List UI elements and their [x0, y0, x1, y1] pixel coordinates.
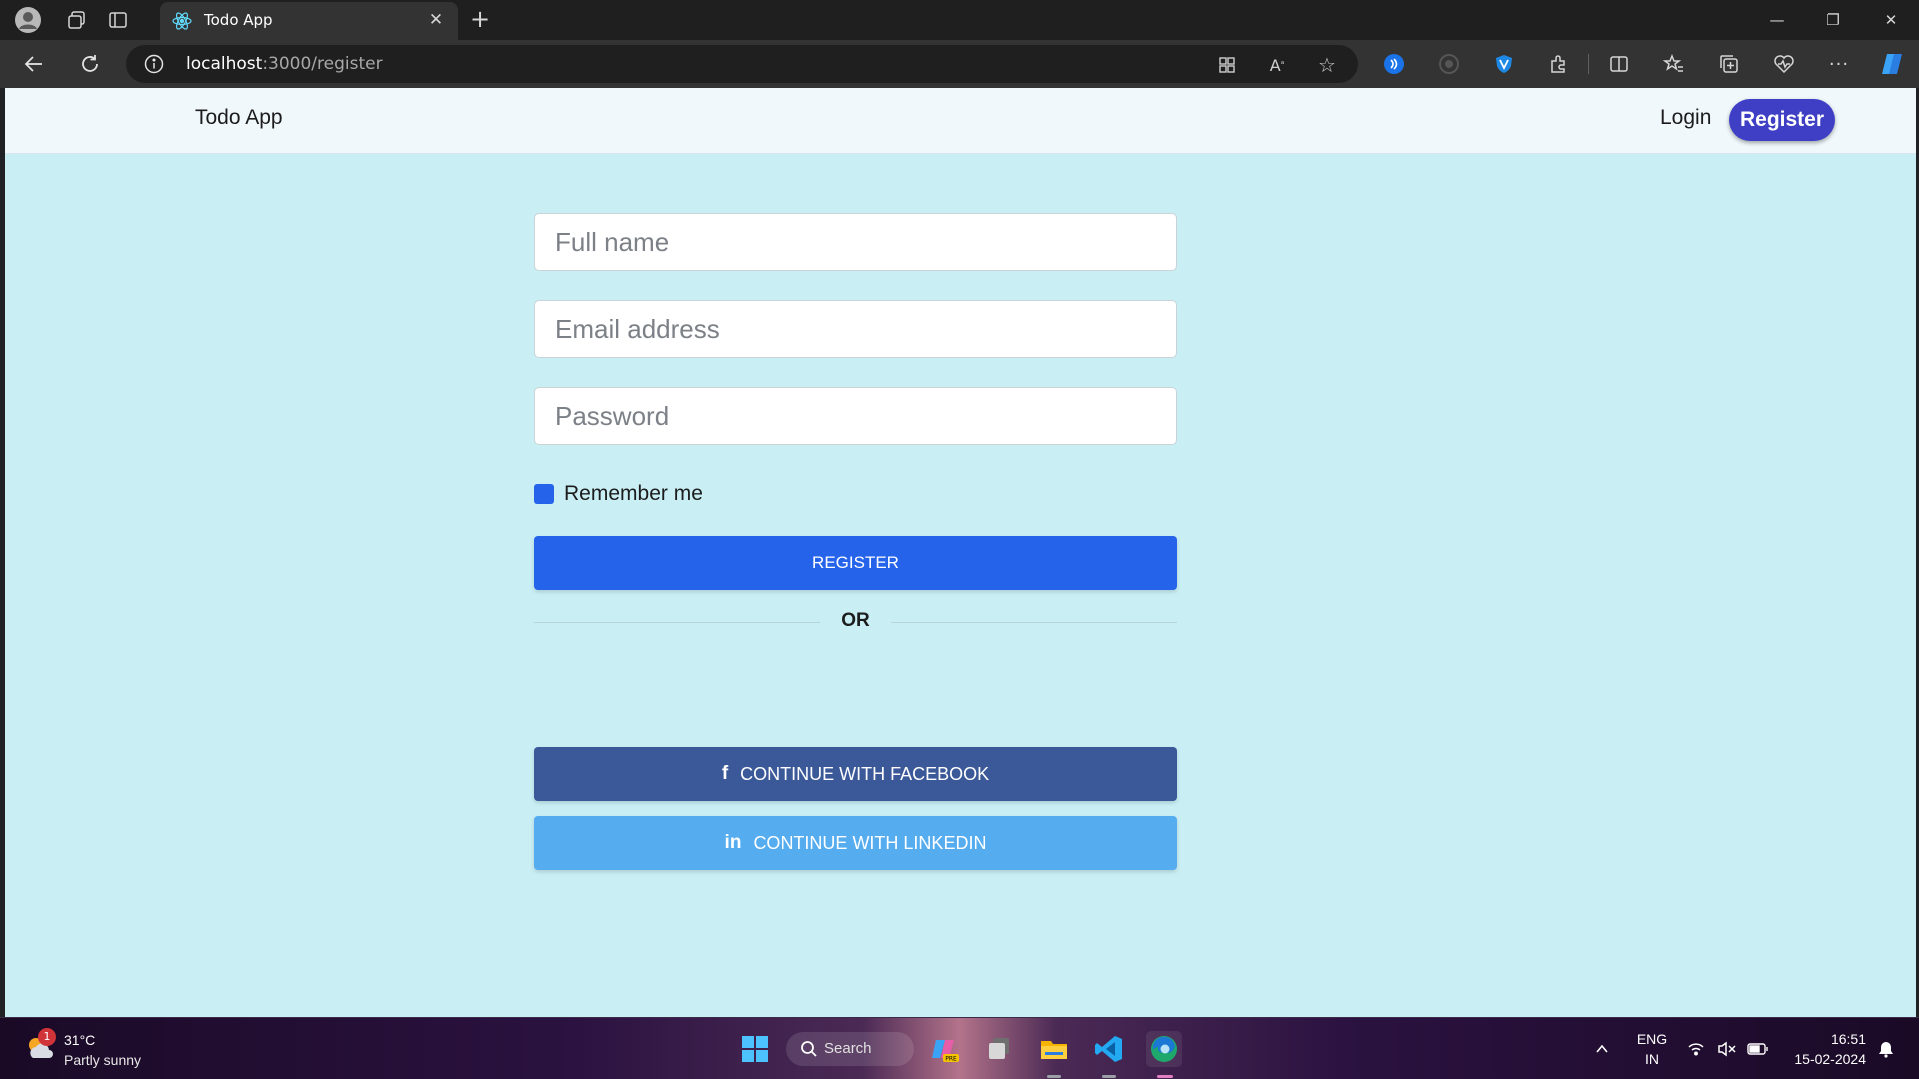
- extension-blue-icon[interactable]: [1380, 50, 1408, 78]
- address-bar[interactable]: localhost:3000/register Aᵃ ☆: [126, 45, 1358, 83]
- app-available-icon[interactable]: [1216, 54, 1238, 76]
- app-navbar: Todo App Login Register: [5, 88, 1916, 154]
- close-window-button[interactable]: ✕: [1863, 0, 1919, 40]
- toolbar-divider: [1588, 54, 1589, 74]
- file-explorer-icon[interactable]: [1036, 1031, 1072, 1067]
- fullname-input[interactable]: [534, 213, 1177, 271]
- browser-essentials-icon[interactable]: [1770, 50, 1798, 78]
- workspaces-icon[interactable]: [63, 6, 91, 34]
- url-host: localhost: [186, 54, 263, 74]
- weather-notification-badge: 1: [38, 1028, 56, 1046]
- continue-facebook-button[interactable]: f CONTINUE WITH FACEBOOK: [534, 747, 1177, 801]
- clock-time[interactable]: 16:51: [1786, 1031, 1866, 1047]
- language-indicator-top[interactable]: ENG: [1630, 1031, 1674, 1047]
- favorites-icon[interactable]: [1660, 50, 1688, 78]
- copilot-icon[interactable]: [1878, 50, 1906, 78]
- split-screen-icon[interactable]: [1605, 50, 1633, 78]
- remember-me-label[interactable]: Remember me: [564, 482, 703, 506]
- extension-shield-icon[interactable]: [1490, 50, 1518, 78]
- read-aloud-icon[interactable]: Aᵃ: [1266, 54, 1288, 76]
- or-divider-text: OR: [841, 610, 870, 631]
- url-text[interactable]: localhost:3000/register: [186, 54, 383, 74]
- browser-toolbar: localhost:3000/register Aᵃ ☆ ···: [0, 40, 1919, 88]
- battery-icon[interactable]: [1747, 1038, 1769, 1060]
- restore-button[interactable]: ❐: [1805, 0, 1861, 40]
- remember-me-checkbox[interactable]: [534, 484, 554, 504]
- clock-date[interactable]: 15-02-2024: [1776, 1051, 1866, 1067]
- browser-tab-strip: Todo App ✕ + — ❐ ✕: [0, 0, 1919, 40]
- search-label: Search: [824, 1040, 872, 1057]
- tab-title: Todo App: [204, 11, 273, 29]
- new-tab-button[interactable]: +: [466, 6, 494, 34]
- wifi-icon[interactable]: [1685, 1038, 1707, 1060]
- weather-temperature[interactable]: 31°C: [64, 1032, 95, 1048]
- task-view-icon[interactable]: [981, 1031, 1017, 1067]
- nav-register-button[interactable]: Register: [1729, 99, 1835, 141]
- continue-linkedin-button[interactable]: in CONTINUE WITH LINKEDIN: [534, 816, 1177, 870]
- edge-browser-icon[interactable]: [1146, 1031, 1182, 1067]
- react-logo-icon: [172, 11, 192, 31]
- back-arrow-icon[interactable]: [20, 50, 48, 78]
- copilot-preview-icon[interactable]: PRE: [927, 1031, 963, 1067]
- facebook-button-label: CONTINUE WITH FACEBOOK: [740, 763, 990, 784]
- taskbar-search-box[interactable]: Search: [786, 1032, 914, 1066]
- favorite-star-icon[interactable]: ☆: [1316, 53, 1338, 77]
- weather-description[interactable]: Partly sunny: [64, 1052, 141, 1068]
- register-submit-button[interactable]: REGISTER: [534, 536, 1177, 590]
- vscode-icon[interactable]: [1091, 1031, 1127, 1067]
- svg-text:PRE: PRE: [945, 1056, 957, 1063]
- email-input[interactable]: [534, 300, 1177, 358]
- profile-avatar-icon[interactable]: [14, 6, 42, 34]
- show-hidden-icons-chevron-icon[interactable]: [1591, 1038, 1613, 1060]
- collections-icon[interactable]: [1715, 50, 1743, 78]
- file-explorer-running-indicator: [1047, 1075, 1061, 1078]
- windows-taskbar: 1 31°C Partly sunny Search PRE ENG IN 16…: [0, 1017, 1919, 1079]
- refresh-icon[interactable]: [76, 50, 104, 78]
- url-path: :3000/register: [262, 54, 383, 74]
- tab-close-icon[interactable]: ✕: [424, 8, 448, 32]
- language-indicator-bottom[interactable]: IN: [1630, 1051, 1674, 1067]
- extensions-puzzle-icon[interactable]: [1545, 50, 1573, 78]
- volume-muted-icon[interactable]: [1716, 1038, 1738, 1060]
- site-info-icon[interactable]: [144, 54, 164, 74]
- windows-start-icon[interactable]: [737, 1031, 773, 1067]
- notification-bell-icon[interactable]: [1875, 1038, 1897, 1060]
- search-icon: [800, 1040, 818, 1058]
- facebook-icon: f: [721, 763, 729, 784]
- password-input[interactable]: [534, 387, 1177, 445]
- page-viewport: Todo App Login Register Remember me REGI…: [5, 88, 1916, 1017]
- linkedin-button-label: CONTINUE WITH LINKEDIN: [753, 832, 987, 853]
- extension-record-icon[interactable]: [1435, 50, 1463, 78]
- tab-todo-app[interactable]: Todo App ✕: [160, 2, 458, 40]
- nav-login-link[interactable]: Login: [1660, 106, 1711, 130]
- app-brand[interactable]: Todo App: [195, 106, 283, 130]
- edge-active-indicator: [1157, 1075, 1173, 1078]
- minimize-button[interactable]: —: [1749, 0, 1805, 40]
- tab-actions-icon[interactable]: [104, 6, 132, 34]
- vscode-running-indicator: [1102, 1075, 1116, 1078]
- more-menu-icon[interactable]: ···: [1825, 50, 1853, 78]
- screen: Todo App ✕ + — ❐ ✕ localhost:3000/regist…: [0, 0, 1919, 1079]
- linkedin-icon: in: [724, 832, 742, 853]
- or-divider: OR: [534, 600, 1177, 644]
